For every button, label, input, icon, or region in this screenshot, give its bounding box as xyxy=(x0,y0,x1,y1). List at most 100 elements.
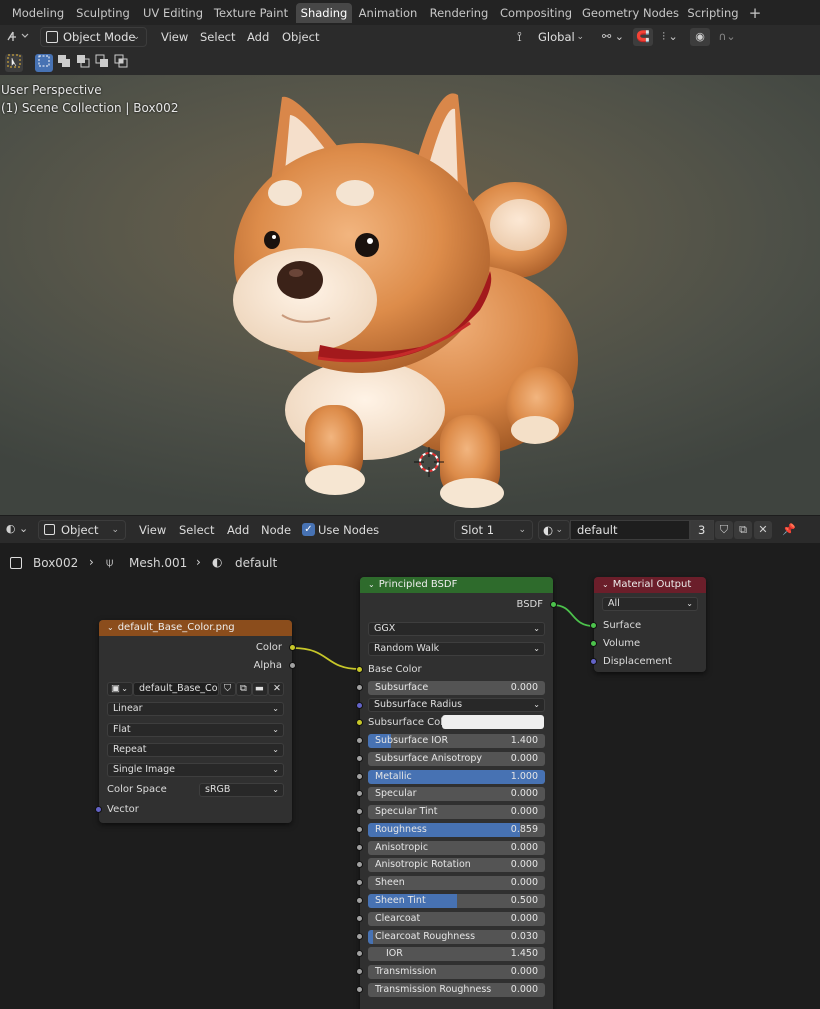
material-browse-icon[interactable]: ◐ ⌄ xyxy=(538,520,570,540)
tab-geometry-nodes[interactable]: Geometry Nodes xyxy=(582,3,679,23)
principled-bsdf-node[interactable]: ⌄ Principled BSDF BSDF GGX ⌄ Random Walk ⌄ … xyxy=(356,577,557,1009)
bsdf-field-sheen-tint[interactable]: Sheen Tint 0.500 xyxy=(368,894,545,908)
tab-rendering[interactable]: Rendering xyxy=(428,3,490,23)
bsdf-field-ior[interactable]: IOR 1.450 xyxy=(368,947,545,961)
duplicate-image-icon[interactable]: ⧉ xyxy=(236,682,252,696)
bsdf-input-socket[interactable] xyxy=(356,755,363,762)
bsdf-input-socket[interactable] xyxy=(356,879,363,886)
subsurface-method-dropdown[interactable]: Random Walk ⌄ xyxy=(368,642,545,656)
plus-icon[interactable]: + xyxy=(746,3,764,23)
tab-compositing[interactable]: Compositing xyxy=(500,3,572,23)
fake-user-shield-icon[interactable]: ⛉ xyxy=(715,521,733,539)
pin-icon[interactable]: 📌 xyxy=(780,521,798,539)
bsdf-input-socket[interactable] xyxy=(356,915,363,922)
displacement-input-socket[interactable] xyxy=(590,658,597,665)
menu-add[interactable]: Add xyxy=(247,27,269,47)
bsdf-input-socket[interactable] xyxy=(356,808,363,815)
bsdf-field-metallic[interactable]: Metallic 1.000 xyxy=(368,770,545,784)
color-space-dropdown[interactable]: sRGB ⌄ xyxy=(199,783,284,797)
snap-icon[interactable]: 🧲 xyxy=(633,28,653,46)
collapse-icon[interactable]: ⌄ xyxy=(368,580,375,589)
base-color-socket[interactable] xyxy=(356,666,363,673)
bsdf-field-anisotropic[interactable]: Anisotropic 0.000 xyxy=(368,841,545,855)
menu-view[interactable]: View xyxy=(161,27,188,47)
image-node-header[interactable]: ⌄ default_Base_Color.png xyxy=(99,620,292,636)
bsdf-field-sheen[interactable]: Sheen 0.000 xyxy=(368,876,545,890)
fake-user-shield-icon[interactable]: ⛉ xyxy=(220,682,236,696)
3d-viewport[interactable]: User Perspective (1) Scene Collection | … xyxy=(0,75,820,515)
tab-modeling[interactable]: Modeling xyxy=(8,3,68,23)
bsdf-input-socket[interactable] xyxy=(356,790,363,797)
falloff-icon[interactable]: ∩⌄ xyxy=(712,28,742,46)
shader-type-dropdown[interactable]: Object ⌄ xyxy=(38,520,126,540)
bsdf-input-socket[interactable] xyxy=(356,933,363,940)
subsurface-color-socket[interactable] xyxy=(356,719,363,726)
use-nodes-checkbox[interactable]: ✓ xyxy=(302,523,315,536)
bsdf-input-socket[interactable] xyxy=(356,737,363,744)
surface-input-socket[interactable] xyxy=(590,622,597,629)
transform-orientation-dropdown[interactable]: ⟟ Global ⌄ xyxy=(511,27,591,47)
tab-texture-paint[interactable]: Texture Paint xyxy=(212,3,290,23)
volume-input-socket[interactable] xyxy=(590,640,597,647)
output-target-dropdown[interactable]: All ⌄ xyxy=(602,597,698,611)
bsdf-input-socket[interactable] xyxy=(356,950,363,957)
bsdf-field-specular[interactable]: Specular 0.000 xyxy=(368,787,545,801)
bsdf-input-socket[interactable] xyxy=(356,844,363,851)
select-subtract-icon[interactable] xyxy=(74,54,92,72)
alpha-output-socket[interactable] xyxy=(289,662,296,669)
bsdf-field-transmission[interactable]: Transmission 0.000 xyxy=(368,965,545,979)
bsdf-field-anisotropic-rotation[interactable]: Anisotropic Rotation 0.000 xyxy=(368,858,545,872)
subsurface-radius-socket[interactable] xyxy=(356,702,363,709)
bsdf-field-roughness[interactable]: Roughness 0.859 xyxy=(368,823,545,837)
snap-increment-icon[interactable]: ⫶ ⌄ xyxy=(655,28,685,46)
select-extend-icon[interactable] xyxy=(55,54,73,72)
bsdf-input-socket[interactable] xyxy=(356,773,363,780)
select-new-icon[interactable] xyxy=(35,54,53,72)
object-mode-dropdown[interactable]: Object Mode ⌄ xyxy=(40,27,147,47)
select-invert-icon[interactable] xyxy=(93,54,111,72)
color-output-socket[interactable] xyxy=(289,644,296,651)
interpolation-dropdown[interactable]: Linear ⌄ xyxy=(107,702,284,716)
bsdf-output-socket[interactable] xyxy=(550,601,557,608)
node-menu-add[interactable]: Add xyxy=(227,520,249,540)
editor-type-icon[interactable] xyxy=(4,28,30,46)
unlink-material-icon[interactable]: ✕ xyxy=(754,521,772,539)
slot-dropdown[interactable]: Slot 1 ⌄ xyxy=(454,520,533,540)
bsdf-input-socket[interactable] xyxy=(356,897,363,904)
bsdf-input-socket[interactable] xyxy=(356,684,363,691)
bsdf-field-subsurface-anisotropy[interactable]: Subsurface Anisotropy 0.000 xyxy=(368,752,545,766)
node-menu-select[interactable]: Select xyxy=(179,520,214,540)
tab-sculpting[interactable]: Sculpting xyxy=(74,3,132,23)
menu-object[interactable]: Object xyxy=(282,27,319,47)
image-texture-node[interactable]: ⌄ default_Base_Color.png Color Alpha ▣ ⌄ d… xyxy=(95,620,296,823)
bsdf-field-transmission-roughness[interactable]: Transmission Roughness 0.000 xyxy=(368,983,545,997)
collapse-icon[interactable]: ⌄ xyxy=(107,623,114,632)
bsdf-node-header[interactable]: ⌄ Principled BSDF xyxy=(360,577,553,593)
pivot-icon[interactable]: ⚯ ⌄ xyxy=(598,28,628,46)
bsdf-field-clearcoat[interactable]: Clearcoat 0.000 xyxy=(368,912,545,926)
material-name-field[interactable]: default xyxy=(570,520,690,540)
bsdf-field-clearcoat-roughness[interactable]: Clearcoat Roughness 0.030 xyxy=(368,930,545,944)
extension-dropdown[interactable]: Repeat ⌄ xyxy=(107,743,284,757)
material-output-node[interactable]: ⌄ Material Output All ⌄ Surface Volume Dis… xyxy=(590,577,706,672)
bsdf-field-subsurface-ior[interactable]: Subsurface IOR 1.400 xyxy=(368,734,545,748)
subsurface-radius-dropdown[interactable]: Subsurface Radius ⌄ xyxy=(368,698,545,712)
node-menu-node[interactable]: Node xyxy=(261,520,291,540)
editor-type-icon[interactable]: ◐ ⌄ xyxy=(3,520,31,538)
subsurface-color-swatch[interactable] xyxy=(442,715,544,729)
unlink-image-icon[interactable]: ✕ xyxy=(268,682,284,696)
bsdf-input-socket[interactable] xyxy=(356,826,363,833)
node-menu-view[interactable]: View xyxy=(139,520,166,540)
vector-input-socket[interactable] xyxy=(95,806,102,813)
bsdf-input-socket[interactable] xyxy=(356,968,363,975)
duplicate-material-icon[interactable]: ⧉ xyxy=(734,521,752,539)
tab-shading[interactable]: Shading xyxy=(296,3,352,23)
select-intersect-icon[interactable] xyxy=(112,54,130,72)
source-dropdown[interactable]: Single Image ⌄ xyxy=(107,763,284,777)
image-browse-icon[interactable]: ▣ ⌄ xyxy=(107,682,133,696)
bsdf-field-subsurface[interactable]: Subsurface 0.000 xyxy=(368,681,545,695)
projection-dropdown[interactable]: Flat ⌄ xyxy=(107,723,284,737)
proportional-edit-icon[interactable]: ◉ xyxy=(690,28,710,46)
material-users-count[interactable]: 3 xyxy=(690,520,714,540)
open-image-folder-icon[interactable]: ▬ xyxy=(252,682,268,696)
